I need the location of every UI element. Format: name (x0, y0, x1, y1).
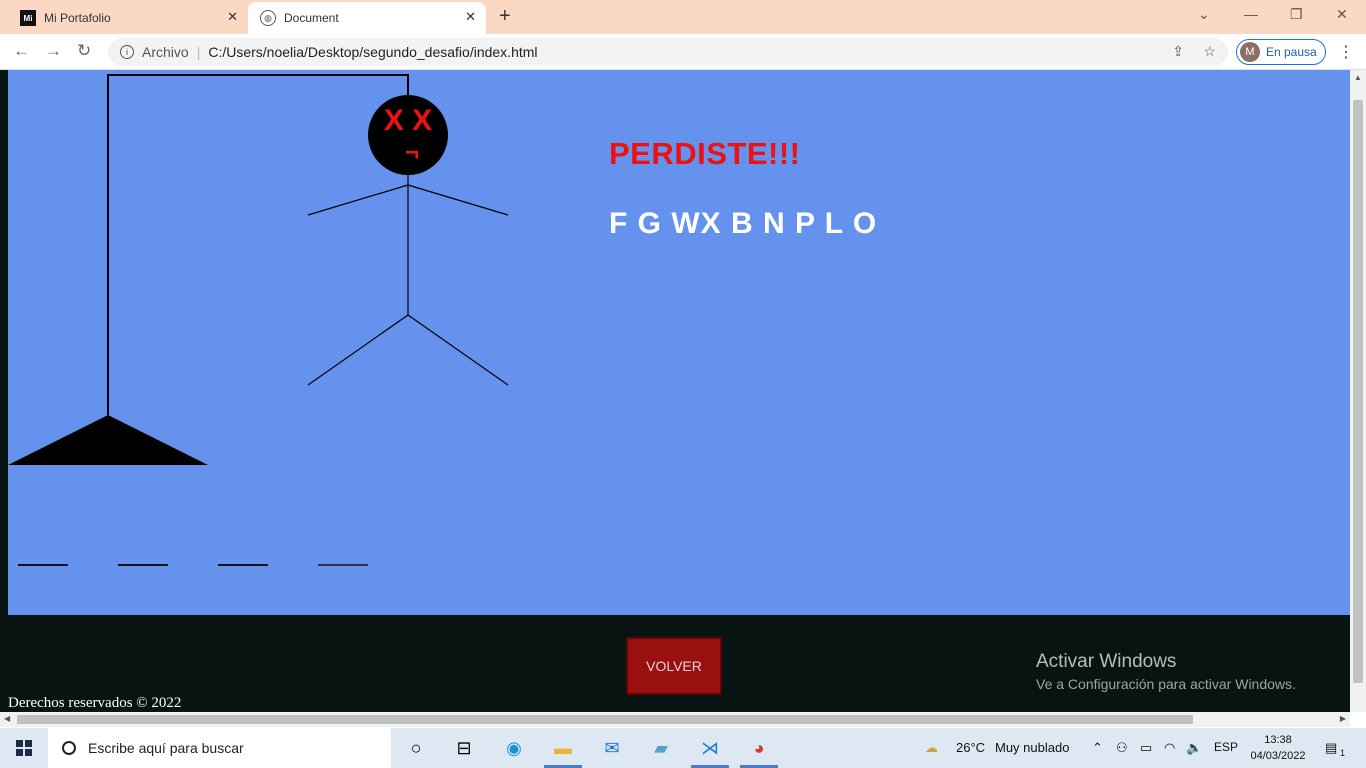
windows-start-icon[interactable] (16, 740, 32, 756)
address-separator: | (196, 44, 201, 60)
wrong-letters: F G WX B N P L O (609, 207, 878, 240)
game-result-text: PERDISTE!!! (609, 136, 801, 171)
file-explorer-icon[interactable]: ▬ (551, 736, 575, 760)
vertical-scroll-thumb[interactable] (1353, 100, 1363, 683)
new-tab-button[interactable]: + (499, 5, 511, 28)
clock-time: 13:38 (1264, 734, 1292, 746)
bookmark-star-icon[interactable]: ☆ (1203, 43, 1216, 59)
globe-icon: ◍ (260, 10, 276, 26)
tab-mi-portafolio[interactable]: Mi Mi Portafolio ✕ (8, 2, 248, 34)
show-hidden-icons-chevron-icon[interactable]: ⌃ (1092, 740, 1103, 756)
activate-windows-subtitle: Ve a Configuración para activar Windows. (1036, 676, 1296, 692)
hangman-game-area: X X ¬ PERDISTE!!! F G WX B N P L O (8, 70, 1350, 615)
close-window-button[interactable]: ✕ (1336, 6, 1348, 23)
copyright-text: Derechos reservados © 2022 (8, 695, 182, 711)
forward-arrow-icon[interactable]: → (45, 41, 62, 61)
url-text[interactable]: C:/Users/noelia/Desktop/segundo_desafio/… (208, 44, 537, 60)
info-icon[interactable]: i (120, 45, 134, 59)
volume-icon[interactable]: 🔈 (1186, 740, 1202, 756)
kebab-menu-icon[interactable]: ⋮ (1338, 42, 1354, 62)
restore-button[interactable]: ❐ (1290, 6, 1303, 23)
hangman-left-arm (307, 184, 409, 216)
horizontal-scrollbar[interactable]: ◀ ▶ (0, 712, 1350, 727)
system-clock[interactable]: 13:38 04/03/2022 (1248, 732, 1308, 764)
search-placeholder: Escribe aquí para buscar (88, 740, 244, 756)
hangman-left-leg (307, 314, 409, 386)
wifi-icon[interactable]: ◠ (1164, 740, 1175, 756)
horizontal-scroll-thumb[interactable] (17, 715, 1193, 724)
clock-date: 04/03/2022 (1250, 750, 1306, 762)
vscode-icon[interactable]: ⋊ (698, 736, 722, 760)
tab-title: Document (284, 11, 339, 25)
browser-tab-bar: Mi Mi Portafolio ✕ ◍ Document ✕ + ⌄ — ❐ … (0, 0, 1366, 34)
volver-button[interactable]: VOLVER (626, 637, 722, 695)
close-tab-icon[interactable]: ✕ (227, 9, 238, 25)
tab-document[interactable]: ◍ Document ✕ (248, 2, 486, 34)
profile-status: En pausa (1266, 45, 1317, 59)
mail-icon[interactable]: ✉ (600, 736, 624, 760)
reload-icon[interactable]: ↻ (77, 41, 91, 61)
vertical-scrollbar[interactable]: ▲ (1350, 70, 1366, 712)
address-bar[interactable]: i Archivo | C:/Users/noelia/Desktop/segu… (108, 38, 1228, 66)
scheme-label: Archivo (142, 44, 189, 60)
portfolio-favicon-icon: Mi (20, 10, 36, 26)
activate-windows-title: Activar Windows (1036, 651, 1177, 672)
battery-icon[interactable]: ▭ (1140, 740, 1152, 756)
people-icon[interactable]: ⚇ (1116, 740, 1128, 756)
browser-toolbar: ← → ↻ i Archivo | C:/Users/noelia/Deskto… (0, 34, 1366, 70)
close-tab-icon[interactable]: ✕ (465, 9, 476, 25)
windows-taskbar: Escribe aquí para buscar ○ ⊟ ◉ ▬ ✉ ▰ ⋊ ◕… (0, 728, 1366, 768)
profile-button[interactable]: M En pausa (1236, 39, 1326, 65)
omnibox-actions: ⇪ ☆ (1172, 43, 1216, 60)
notifications-icon[interactable]: ▤ (1325, 740, 1337, 756)
weather-temperature[interactable]: 26°C (956, 740, 985, 755)
weather-cloud-icon[interactable]: ☁ (925, 740, 938, 756)
edge-browser-icon[interactable]: ◉ (502, 736, 526, 760)
scroll-up-arrow-icon[interactable]: ▲ (1354, 73, 1362, 82)
notes-app-icon[interactable]: ▰ (649, 736, 673, 760)
share-icon[interactable]: ⇪ (1172, 43, 1184, 59)
taskbar-search-box[interactable]: Escribe aquí para buscar (48, 728, 391, 768)
scroll-left-arrow-icon[interactable]: ◀ (4, 714, 10, 723)
tab-title: Mi Portafolio (44, 11, 111, 25)
language-indicator[interactable]: ESP (1214, 740, 1238, 754)
scroll-right-arrow-icon[interactable]: ▶ (1340, 714, 1346, 723)
face-mouth: ¬ (405, 139, 419, 166)
hangman-right-arm (407, 184, 509, 216)
notification-count: 1 (1340, 748, 1346, 758)
minimize-button[interactable]: — (1244, 6, 1258, 22)
tab-search-chevron-icon[interactable]: ⌄ (1198, 6, 1210, 23)
hangman-right-leg (407, 314, 509, 386)
cortana-icon[interactable]: ○ (404, 736, 428, 760)
gallows-base (8, 415, 208, 465)
face-eyes: X X (384, 104, 432, 137)
gallows-frame (107, 74, 409, 415)
search-icon (62, 741, 76, 755)
avatar: M (1240, 42, 1260, 62)
chrome-icon[interactable]: ◕ (747, 736, 771, 760)
task-view-icon[interactable]: ⊟ (452, 736, 476, 760)
weather-description[interactable]: Muy nublado (995, 740, 1069, 755)
page-viewport: X X ¬ PERDISTE!!! F G WX B N P L O VOLVE… (0, 70, 1350, 712)
back-arrow-icon[interactable]: ← (13, 41, 30, 61)
